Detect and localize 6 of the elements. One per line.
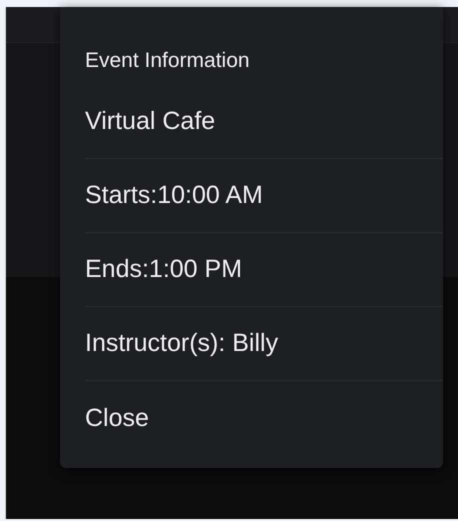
- dialog-title: Event Information: [85, 48, 250, 72]
- event-detail: Ends:1:00 PM: [85, 255, 242, 284]
- event-detail: Starts:10:00 AM: [85, 181, 263, 210]
- close-button[interactable]: Close: [85, 404, 149, 432]
- event-detail: Virtual Cafe: [85, 107, 216, 136]
- event-detail: Instructor(s): Billy: [85, 329, 278, 358]
